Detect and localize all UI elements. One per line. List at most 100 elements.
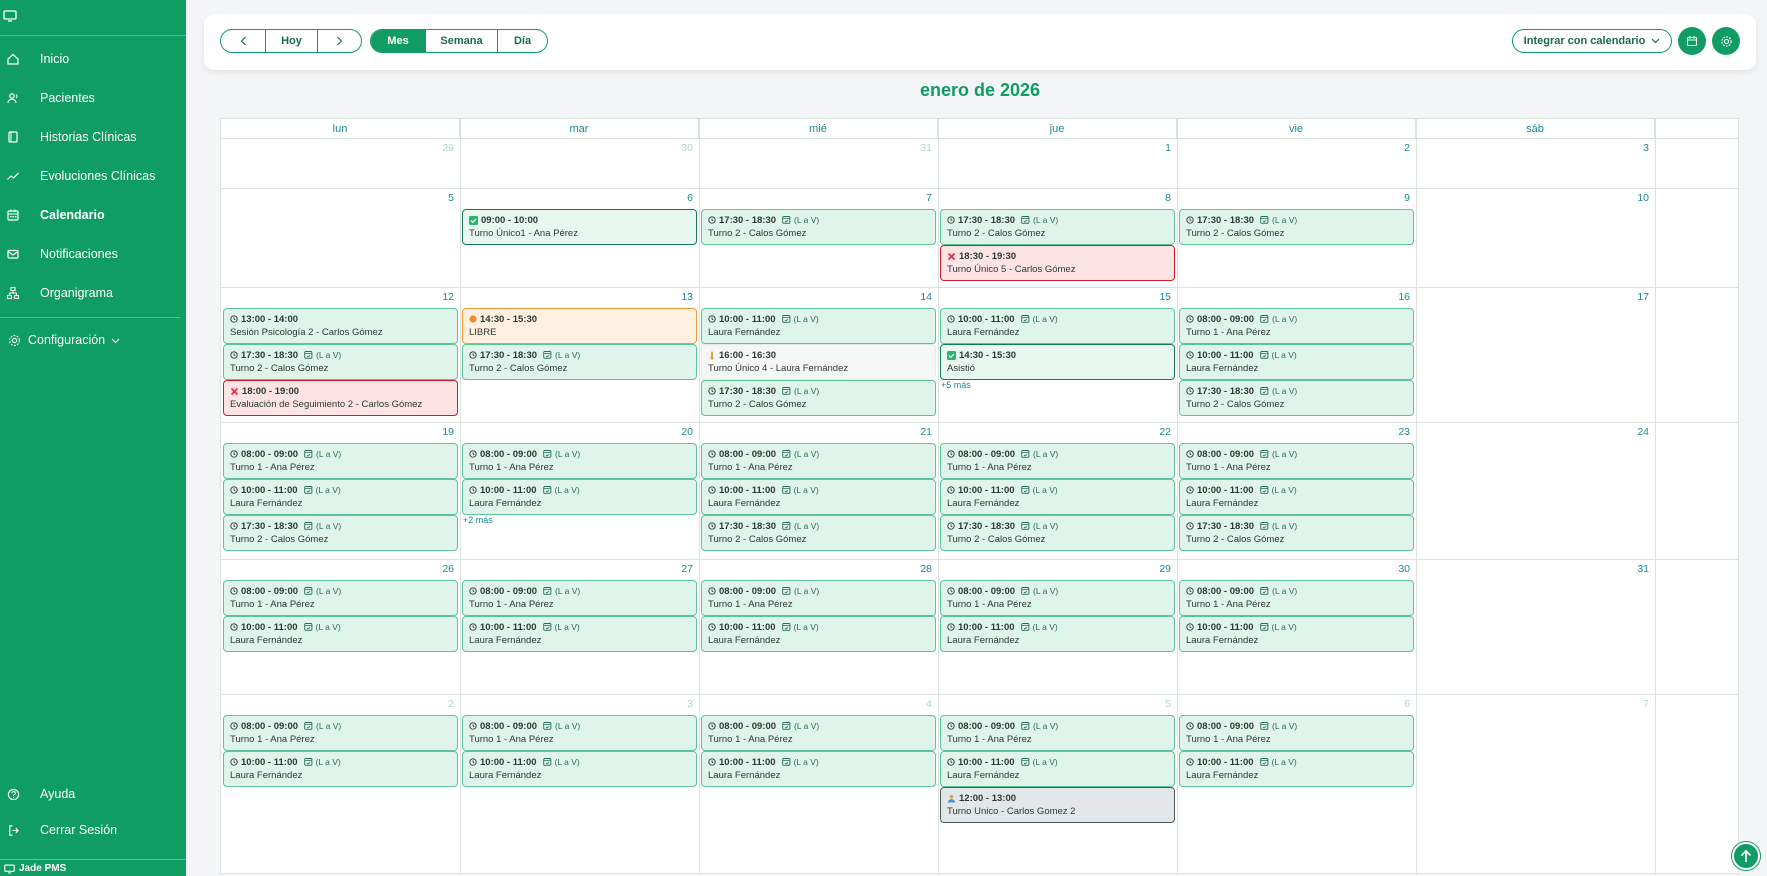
calendar-event[interactable]: 14:30 - 15:30 Asistió [940, 344, 1175, 380]
calendar-event[interactable]: 10:00 - 11:00 (L a V) Laura Fernández [701, 616, 936, 652]
calendar-event[interactable]: 17:30 - 18:30 (L a V) Turno 2 - Calos Góme… [940, 515, 1175, 551]
view-month-button[interactable]: Mes [371, 30, 426, 52]
day-number[interactable]: 15 [1141, 291, 1171, 303]
calendar-event[interactable]: 08:00 - 09:00 (L a V) Turno 1 - Ana Pérez [1179, 580, 1414, 616]
calendar-event[interactable]: 17:30 - 18:30 (L a V) Turno 2 - Calos Góme… [1179, 380, 1414, 416]
calendar-event[interactable]: 10:00 - 11:00 (L a V) Laura Fernández [701, 479, 936, 515]
calendar-event[interactable]: 08:00 - 09:00 (L a V) Turno 1 - Ana Pérez [1179, 308, 1414, 344]
today-button[interactable]: Hoy [266, 30, 318, 52]
day-number[interactable]: 14 [902, 291, 932, 303]
calendar-event[interactable]: 16:00 - 16:30 Turno Único 4 - Laura Ferná… [701, 344, 936, 380]
sidebar-item-cerrar-sesion[interactable]: Cerrar Sesión [0, 812, 186, 848]
calendar-event[interactable]: 10:00 - 11:00 (L a V) Laura Fernández [940, 616, 1175, 652]
sidebar-item-ayuda[interactable]: Ayuda [0, 776, 186, 812]
calendar-event[interactable]: 13:00 - 14:00 Sesión Psicología 2 - Carlo… [223, 308, 458, 344]
day-number[interactable]: 6 [1380, 698, 1410, 710]
calendar-event[interactable]: 08:00 - 09:00 (L a V) Turno 1 - Ana Pérez [462, 715, 697, 751]
calendar-event[interactable]: 10:00 - 11:00 (L a V) Laura Fernández [701, 751, 936, 787]
calendar-event[interactable]: 08:00 - 09:00 (L a V) Turno 1 - Ana Pérez [940, 580, 1175, 616]
day-number[interactable]: 24 [1619, 426, 1649, 438]
calendar-event[interactable]: 08:00 - 09:00 (L a V) Turno 1 - Ana Pérez [940, 715, 1175, 751]
day-number[interactable]: 8 [1141, 192, 1171, 204]
sidebar-item-configuracion[interactable]: Configuración [0, 322, 120, 358]
day-number[interactable]: 5 [424, 192, 454, 204]
calendar-event[interactable]: 10:00 - 11:00 (L a V) Laura Fernández [1179, 344, 1414, 380]
day-number[interactable]: 26 [424, 563, 454, 575]
day-number[interactable]: 30 [1380, 563, 1410, 575]
calendar-event[interactable]: 17:30 - 18:30 (L a V) Turno 2 - Calos Góme… [701, 380, 936, 416]
day-number[interactable]: 30 [663, 142, 693, 154]
calendar-event[interactable]: 09:00 - 10:00 Turno Único1 - Ana Pérez [462, 209, 697, 245]
day-number[interactable]: 19 [424, 426, 454, 438]
sidebar-item-calendario[interactable]: Calendario [0, 197, 186, 233]
calendar-event[interactable]: 17:30 - 18:30 (L a V) Turno 2 - Calos Góme… [701, 515, 936, 551]
add-event-button[interactable] [1678, 27, 1706, 55]
calendar-event[interactable]: 08:00 - 09:00 (L a V) Turno 1 - Ana Pérez [701, 443, 936, 479]
calendar-event[interactable]: 08:00 - 09:00 (L a V) Turno 1 - Ana Pérez [223, 580, 458, 616]
day-number[interactable]: 9 [1380, 192, 1410, 204]
calendar-event[interactable]: 17:30 - 18:30 (L a V) Turno 2 - Calos Góme… [1179, 515, 1414, 551]
calendar-event[interactable]: 10:00 - 11:00 (L a V) Laura Fernández [701, 308, 936, 344]
calendar-event[interactable]: 17:30 - 18:30 (L a V) Turno 2 - Calos Góme… [1179, 209, 1414, 245]
day-number[interactable]: 31 [902, 142, 932, 154]
day-number[interactable]: 27 [663, 563, 693, 575]
sidebar-item-historias[interactable]: Historias Clínicas [0, 119, 186, 155]
day-number[interactable]: 17 [1619, 291, 1649, 303]
day-number[interactable]: 21 [902, 426, 932, 438]
day-number[interactable]: 3 [1619, 142, 1649, 154]
calendar-event[interactable]: 18:00 - 19:00 Evaluación de Seguimiento 2… [223, 380, 458, 416]
calendar-event[interactable]: 10:00 - 11:00 (L a V) Laura Fernández [462, 616, 697, 652]
sidebar-item-organigrama[interactable]: Organigrama [0, 275, 186, 311]
sidebar-item-pacientes[interactable]: Pacientes [0, 80, 186, 116]
day-number[interactable]: 28 [902, 563, 932, 575]
calendar-event[interactable]: 14:30 - 15:30 LIBRE [462, 308, 697, 344]
calendar-event[interactable]: 17:30 - 18:30 (L a V) Turno 2 - Calos Góme… [940, 209, 1175, 245]
calendar-event[interactable]: 08:00 - 09:00 (L a V) Turno 1 - Ana Pérez [223, 443, 458, 479]
sidebar-item-notificaciones[interactable]: Notificaciones [0, 236, 186, 272]
calendar-event[interactable]: 17:30 - 18:30 (L a V) Turno 2 - Calos Góme… [701, 209, 936, 245]
next-button[interactable] [318, 30, 361, 52]
calendar-event[interactable]: 17:30 - 18:30 (L a V) Turno 2 - Calos Góme… [223, 515, 458, 551]
calendar-event[interactable]: 08:00 - 09:00 (L a V) Turno 1 - Ana Pérez [701, 715, 936, 751]
settings-button[interactable] [1712, 27, 1740, 55]
calendar-event[interactable]: 10:00 - 11:00 (L a V) Laura Fernández [462, 479, 697, 515]
view-day-button[interactable]: Día [498, 30, 547, 52]
calendar-event[interactable]: 18:30 - 19:30 Turno Único 5 - Carlos Góme… [940, 245, 1175, 281]
calendar-event[interactable]: 10:00 - 11:00 (L a V) Laura Fernández [940, 751, 1175, 787]
monitor-icon[interactable] [3, 10, 17, 22]
calendar-event[interactable]: 10:00 - 11:00 (L a V) Laura Fernández [223, 479, 458, 515]
day-number[interactable]: 2 [1380, 142, 1410, 154]
day-number[interactable]: 31 [1619, 563, 1649, 575]
calendar-event[interactable]: 08:00 - 09:00 (L a V) Turno 1 - Ana Pérez [701, 580, 936, 616]
calendar-event[interactable]: 17:30 - 18:30 (L a V) Turno 2 - Calos Góme… [223, 344, 458, 380]
calendar-event[interactable]: 10:00 - 11:00 (L a V) Laura Fernández [940, 308, 1175, 344]
calendar-event[interactable]: 10:00 - 11:00 (L a V) Laura Fernández [1179, 616, 1414, 652]
calendar-event[interactable]: 10:00 - 11:00 (L a V) Laura Fernández [1179, 479, 1414, 515]
day-number[interactable]: 12 [424, 291, 454, 303]
day-number[interactable]: 29 [424, 142, 454, 154]
calendar-event[interactable]: 08:00 - 09:00 (L a V) Turno 1 - Ana Pérez [940, 443, 1175, 479]
day-number[interactable]: 23 [1380, 426, 1410, 438]
more-events-link[interactable]: +2 más [463, 515, 493, 525]
day-number[interactable]: 4 [902, 698, 932, 710]
day-number[interactable]: 7 [1619, 698, 1649, 710]
day-number[interactable]: 22 [1141, 426, 1171, 438]
day-number[interactable]: 13 [663, 291, 693, 303]
sidebar-item-inicio[interactable]: Inicio [0, 41, 186, 77]
calendar-event[interactable]: 10:00 - 11:00 (L a V) Laura Fernández [1179, 751, 1414, 787]
calendar-event[interactable]: 08:00 - 09:00 (L a V) Turno 1 - Ana Pérez [223, 715, 458, 751]
integrate-calendar-button[interactable]: Integrar con calendario [1512, 29, 1672, 53]
day-number[interactable]: 1 [1141, 142, 1171, 154]
day-number[interactable]: 6 [663, 192, 693, 204]
calendar-event[interactable]: 08:00 - 09:00 (L a V) Turno 1 - Ana Pérez [462, 580, 697, 616]
day-number[interactable]: 29 [1141, 563, 1171, 575]
day-number[interactable]: 3 [663, 698, 693, 710]
calendar-event[interactable]: 10:00 - 11:00 (L a V) Laura Fernández [223, 751, 458, 787]
calendar-event[interactable]: 08:00 - 09:00 (L a V) Turno 1 - Ana Pérez [462, 443, 697, 479]
calendar-event[interactable]: 10:00 - 11:00 (L a V) Laura Fernández [223, 616, 458, 652]
calendar-event[interactable]: 17:30 - 18:30 (L a V) Turno 2 - Calos Góme… [462, 344, 697, 380]
calendar-event[interactable]: 10:00 - 11:00 (L a V) Laura Fernández [940, 479, 1175, 515]
day-number[interactable]: 2 [424, 698, 454, 710]
day-number[interactable]: 7 [902, 192, 932, 204]
prev-button[interactable] [221, 30, 266, 52]
